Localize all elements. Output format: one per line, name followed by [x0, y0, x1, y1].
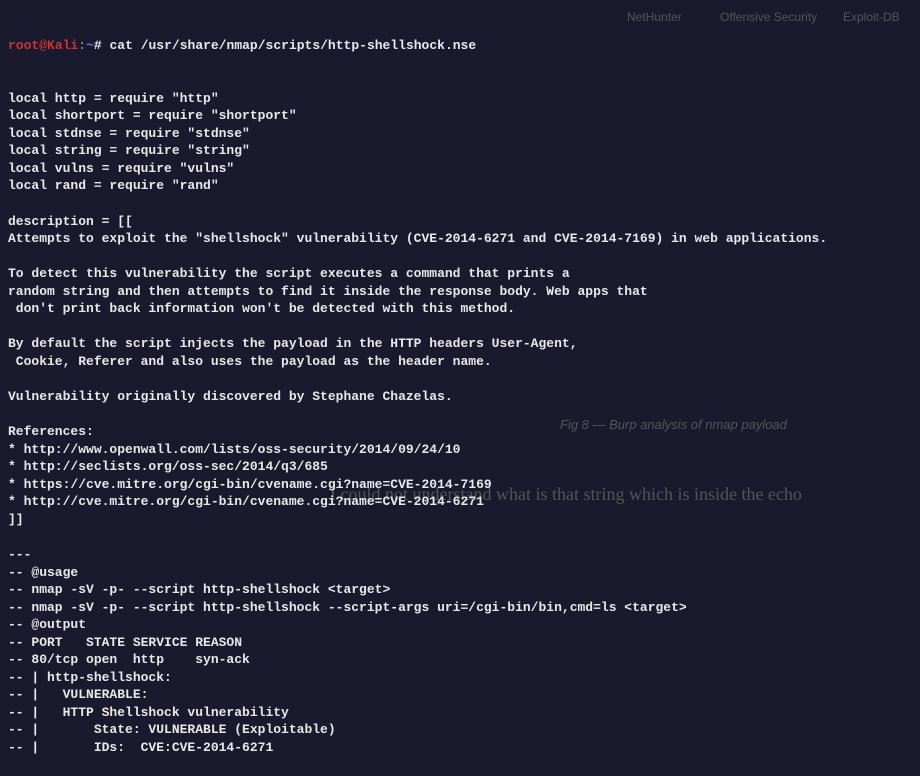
output-line	[8, 318, 912, 336]
output-line: -- @usage	[8, 564, 912, 582]
output-line: References:	[8, 423, 912, 441]
terminal-output[interactable]: root@Kali:~# cat /usr/share/nmap/scripts…	[0, 0, 920, 776]
prompt-path: ~	[86, 38, 94, 53]
prompt-line: root@Kali:~# cat /usr/share/nmap/scripts…	[8, 37, 912, 55]
prompt-hash: #	[94, 38, 102, 53]
output-line: * https://cve.mitre.org/cgi-bin/cvename.…	[8, 476, 912, 494]
output-line: -- 80/tcp open http syn-ack	[8, 651, 912, 669]
output-line: * http://seclists.org/oss-sec/2014/q3/68…	[8, 458, 912, 476]
output-line: -- PORT STATE SERVICE REASON	[8, 634, 912, 652]
output-line: * http://cve.mitre.org/cgi-bin/cvename.c…	[8, 493, 912, 511]
output-line: Attempts to exploit the "shellshock" vul…	[8, 230, 912, 248]
output-line: description = [[	[8, 213, 912, 231]
output-line: -- | VULNERABLE:	[8, 686, 912, 704]
output-line: * http://www.openwall.com/lists/oss-secu…	[8, 441, 912, 459]
output-line: local shortport = require "shortport"	[8, 107, 912, 125]
output-line	[8, 528, 912, 546]
prompt-at: @	[39, 38, 47, 53]
output-line: local http = require "http"	[8, 90, 912, 108]
output-line: To detect this vulnerability the script …	[8, 265, 912, 283]
output-line: -- | State: VULNERABLE (Exploitable)	[8, 721, 912, 739]
output-line	[8, 406, 912, 424]
output-line: local rand = require "rand"	[8, 177, 912, 195]
output-line: local vulns = require "vulns"	[8, 160, 912, 178]
output-line: local stdnse = require "stdnse"	[8, 125, 912, 143]
output-line: Vulnerability originally discovered by S…	[8, 388, 912, 406]
output-line: -- nmap -sV -p- --script http-shellshock…	[8, 581, 912, 599]
prompt-sep: :	[78, 38, 86, 53]
output-line: -- nmap -sV -p- --script http-shellshock…	[8, 599, 912, 617]
output-line: random string and then attempts to find …	[8, 283, 912, 301]
prompt-user: root	[8, 38, 39, 53]
output-line	[8, 248, 912, 266]
output-line	[8, 195, 912, 213]
prompt-host: Kali	[47, 38, 78, 53]
output-line: don't print back information won't be de…	[8, 300, 912, 318]
output-line: local string = require "string"	[8, 142, 912, 160]
output-line: -- @output	[8, 616, 912, 634]
output-line: ]]	[8, 511, 912, 529]
output-line	[8, 370, 912, 388]
output-line: -- | HTTP Shellshock vulnerability	[8, 704, 912, 722]
output-line: -- | IDs: CVE:CVE-2014-6271	[8, 739, 912, 757]
command: cat /usr/share/nmap/scripts/http-shellsh…	[110, 38, 477, 53]
output-line: ---	[8, 546, 912, 564]
output-line: By default the script injects the payloa…	[8, 335, 912, 353]
output-line: -- | http-shellshock:	[8, 669, 912, 687]
output-line: Cookie, Referer and also uses the payloa…	[8, 353, 912, 371]
output-container: local http = require "http"local shortpo…	[8, 90, 912, 757]
